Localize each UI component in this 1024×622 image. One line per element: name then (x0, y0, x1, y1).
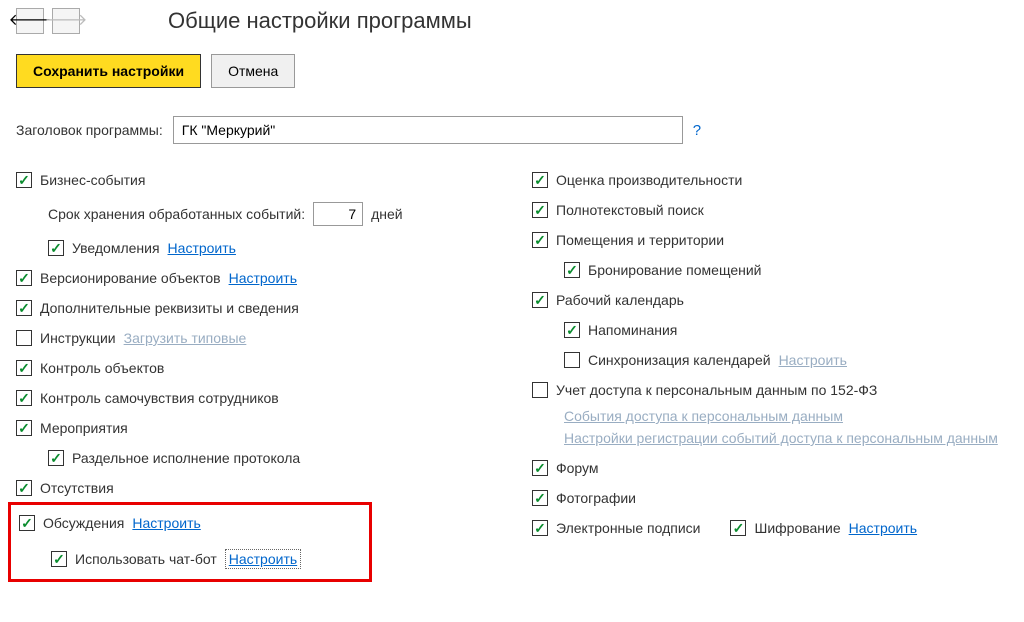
calendar-sync-configure-link[interactable]: Настроить (779, 352, 847, 368)
business-events-checkbox[interactable] (16, 172, 32, 188)
calendar-sync-label: Синхронизация календарей (588, 352, 771, 368)
discussions-configure-link[interactable]: Настроить (132, 515, 200, 531)
personal-data-label: Учет доступа к персональным данным по 15… (556, 382, 877, 398)
perf-eval-checkbox[interactable] (532, 172, 548, 188)
personal-data-checkbox[interactable] (532, 382, 548, 398)
load-typical-link[interactable]: Загрузить типовые (124, 330, 247, 346)
encryption-label: Шифрование (754, 520, 840, 536)
versioning-label: Версионирование объектов (40, 270, 221, 286)
program-title-input[interactable] (173, 116, 683, 144)
versioning-checkbox[interactable] (16, 270, 32, 286)
access-events-link[interactable]: События доступа к персональным данным (564, 408, 1008, 424)
additional-props-checkbox[interactable] (16, 300, 32, 316)
business-events-label: Бизнес-события (40, 172, 145, 188)
back-button[interactable]: 🡐 (16, 8, 44, 34)
work-calendar-label: Рабочий календарь (556, 292, 684, 308)
notifications-checkbox[interactable] (48, 240, 64, 256)
help-link[interactable]: ? (693, 122, 701, 139)
forum-label: Форум (556, 460, 599, 476)
notifications-label: Уведомления (72, 240, 160, 256)
retention-label: Срок хранения обработанных событий: (48, 206, 305, 222)
signatures-configure-link[interactable]: Настроить (849, 520, 917, 536)
work-calendar-checkbox[interactable] (532, 292, 548, 308)
absences-label: Отсутствия (40, 480, 114, 496)
wellbeing-label: Контроль самочувствия сотрудников (40, 390, 279, 406)
chatbot-checkbox[interactable] (51, 551, 67, 567)
separate-execution-checkbox[interactable] (48, 450, 64, 466)
left-column: Бизнес-события Срок хранения обработанны… (16, 172, 492, 582)
premises-checkbox[interactable] (532, 232, 548, 248)
premises-label: Помещения и территории (556, 232, 724, 248)
wellbeing-checkbox[interactable] (16, 390, 32, 406)
forward-button: 🡒 (52, 8, 80, 34)
discussions-checkbox[interactable] (19, 515, 35, 531)
reminders-checkbox[interactable] (564, 322, 580, 338)
program-title-label: Заголовок программы: (16, 122, 163, 138)
instructions-checkbox[interactable] (16, 330, 32, 346)
fulltext-checkbox[interactable] (532, 202, 548, 218)
digital-signatures-checkbox[interactable] (532, 520, 548, 536)
save-button[interactable]: Сохранить настройки (16, 54, 201, 88)
versioning-configure-link[interactable]: Настроить (229, 270, 297, 286)
events-label: Мероприятия (40, 420, 128, 436)
reminders-label: Напоминания (588, 322, 677, 338)
retention-unit: дней (371, 206, 403, 222)
additional-props-label: Дополнительные реквизиты и сведения (40, 300, 299, 316)
cancel-button[interactable]: Отмена (211, 54, 295, 88)
events-checkbox[interactable] (16, 420, 32, 436)
photos-label: Фотографии (556, 490, 636, 506)
notifications-configure-link[interactable]: Настроить (168, 240, 236, 256)
page-title: Общие настройки программы (168, 8, 472, 34)
digital-signatures-label: Электронные подписи (556, 520, 700, 536)
forum-checkbox[interactable] (532, 460, 548, 476)
chatbot-label: Использовать чат-бот (75, 551, 217, 567)
room-booking-label: Бронирование помещений (588, 262, 761, 278)
discussions-label: Обсуждения (43, 515, 124, 531)
room-booking-checkbox[interactable] (564, 262, 580, 278)
object-control-checkbox[interactable] (16, 360, 32, 376)
photos-checkbox[interactable] (532, 490, 548, 506)
perf-eval-label: Оценка производительности (556, 172, 742, 188)
object-control-label: Контроль объектов (40, 360, 164, 376)
registration-settings-link[interactable]: Настройки регистрации событий доступа к … (564, 430, 1008, 446)
instructions-label: Инструкции (40, 330, 116, 346)
chatbot-configure-link[interactable]: Настроить (225, 549, 301, 569)
separate-execution-label: Раздельное исполнение протокола (72, 450, 300, 466)
absences-checkbox[interactable] (16, 480, 32, 496)
calendar-sync-checkbox[interactable] (564, 352, 580, 368)
discussions-group-highlight: Обсуждения Настроить Использовать чат-бо… (8, 502, 372, 582)
right-column: Оценка производительности Полнотекстовый… (532, 172, 1008, 582)
retention-input[interactable] (313, 202, 363, 226)
encryption-checkbox[interactable] (730, 520, 746, 536)
fulltext-label: Полнотекстовый поиск (556, 202, 704, 218)
